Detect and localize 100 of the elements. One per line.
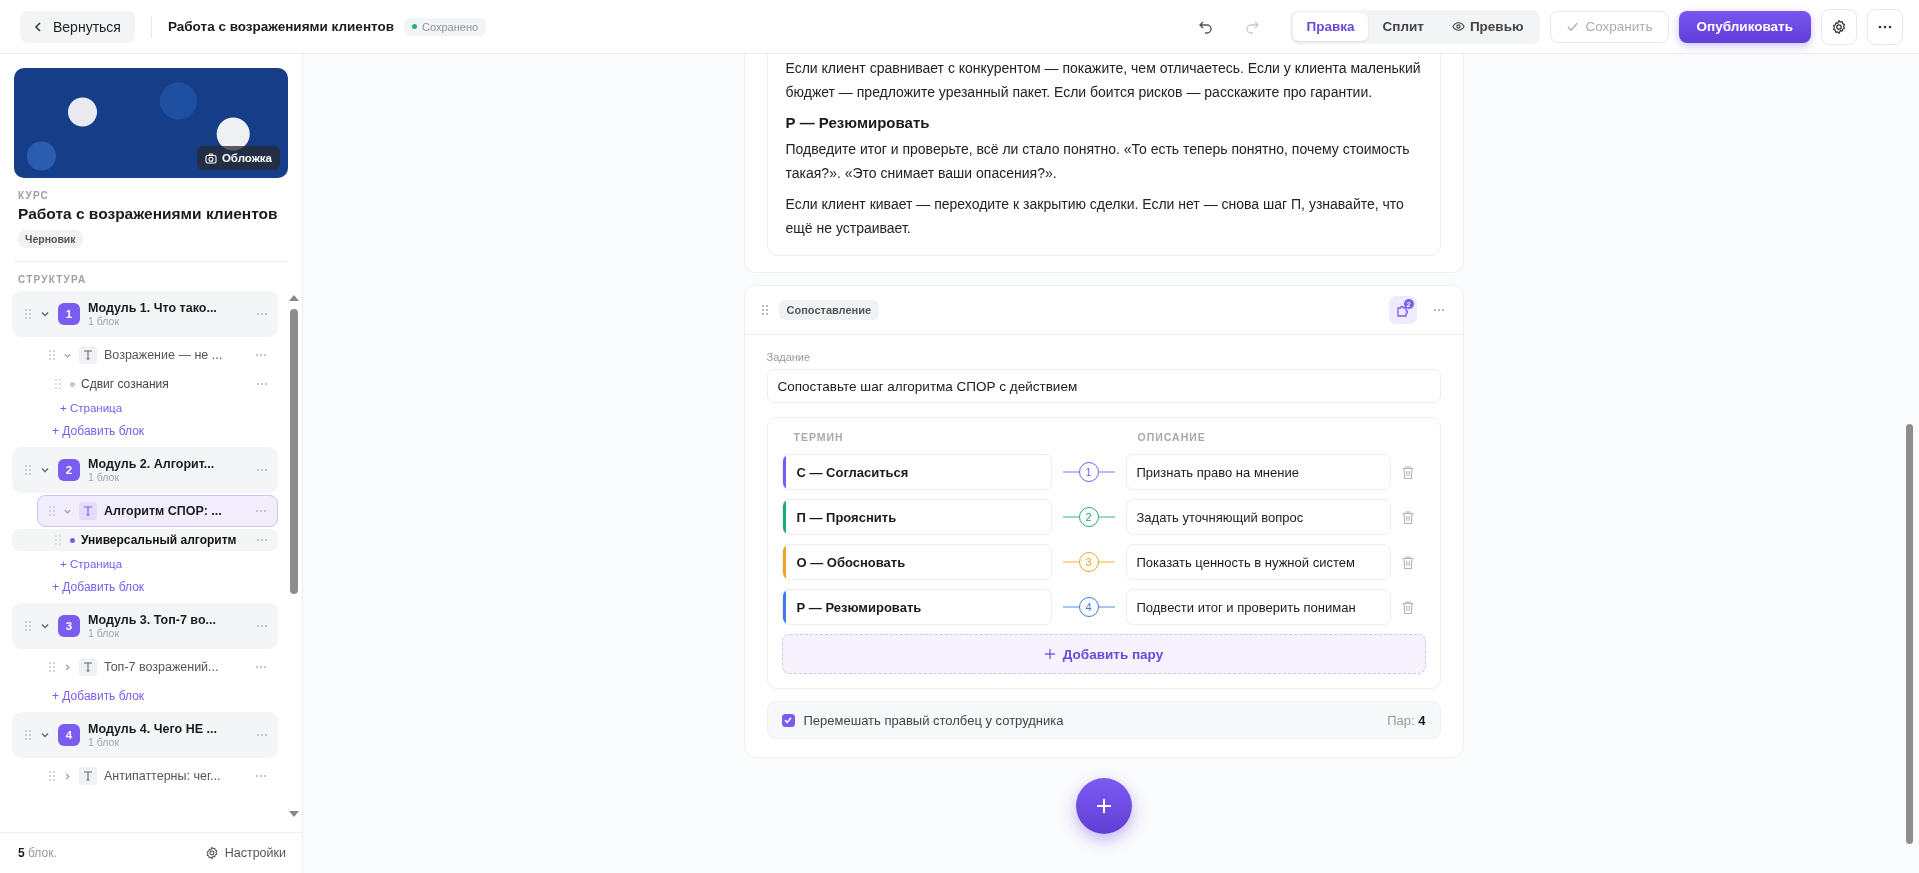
module-item[interactable]: 3 Модуль 3. Топ-7 во... 1 блок <box>12 603 278 649</box>
course-label: КУРС <box>18 190 51 201</box>
more-icon[interactable] <box>1432 308 1445 312</box>
block-item[interactable]: Антипаттерны: чег... <box>37 760 278 792</box>
module-item[interactable]: 4 Модуль 4. Чего НЕ ... 1 блок <box>12 712 278 758</box>
more-icon[interactable] <box>256 538 268 542</box>
page-item[interactable]: Универсальный алгоритм <box>12 529 278 551</box>
drag-handle-icon <box>48 770 56 782</box>
content-paragraph: Если клиент кивает — переходите к закрытию сделки. Если нет — снова шаг П, узнавайте, что ещё не устраивает. <box>785 195 1405 238</box>
drag-handle-icon <box>24 308 32 320</box>
block-title: Возражение — не ... <box>104 348 223 362</box>
trash-icon[interactable] <box>1401 464 1415 480</box>
module-meta: 1 блок <box>88 736 120 748</box>
settings-button[interactable] <box>1821 8 1857 45</box>
content-paragraph: Если клиент сравнивает с конкурентом — покажите, чем отличаетесь. Если у клиента маленький бюджет — предложите урезанный пакет. Если боится рисков — расскажите про гарантии. <box>785 59 1422 102</box>
publish-button[interactable]: Опубликовать <box>1678 10 1811 43</box>
block-count: 5 блок. <box>18 846 57 860</box>
chevron-icon[interactable] <box>40 465 50 475</box>
course-title: Работа с возражениями клиентов <box>18 205 279 223</box>
add-page-link[interactable]: + Страница <box>12 553 278 576</box>
more-icon[interactable] <box>256 382 268 386</box>
drag-handle-icon <box>48 505 56 517</box>
bullet-icon <box>70 381 75 387</box>
text-type-icon <box>79 502 97 520</box>
check-icon <box>1565 20 1579 33</box>
more-icon[interactable] <box>255 509 267 513</box>
pair-count: Пар: 4 <box>1387 712 1426 728</box>
description-input-field[interactable]: Задать уточняющий вопрос <box>1125 499 1391 535</box>
more-icon[interactable] <box>256 624 268 628</box>
block-item[interactable]: Топ-7 возражений... <box>37 651 278 683</box>
module-number: 1 <box>58 303 80 325</box>
more-icon[interactable] <box>255 353 267 357</box>
checkbox[interactable] <box>781 713 795 727</box>
save-status-badge: Сохранено <box>404 17 487 36</box>
drag-handle-icon <box>24 729 32 741</box>
block-type-badge: Сопоставление <box>778 300 880 320</box>
drag-handle-icon <box>54 534 62 546</box>
chevron-left-icon <box>32 20 44 33</box>
add-block-link[interactable]: + Добавить блок <box>12 685 278 712</box>
trash-icon[interactable] <box>1401 599 1415 615</box>
view-tab[interactable]: Превью <box>1438 12 1537 41</box>
page-item[interactable]: Сдвиг сознания <box>12 373 278 395</box>
text-type-icon <box>79 346 97 364</box>
term-input-field[interactable]: Р — Резюмировать <box>781 589 1052 625</box>
block-item[interactable]: Алгоритм СПОР: ... <box>37 495 278 527</box>
task-label: Задание <box>766 351 812 363</box>
task-input-field[interactable]: Сопоставьте шаг алгоритма СПОР с действием <box>766 369 1441 403</box>
drag-handle-icon <box>48 349 56 361</box>
chevron-icon[interactable] <box>63 771 72 781</box>
module-meta: 1 блок <box>88 627 120 639</box>
more-icon[interactable] <box>255 774 267 778</box>
cover-button[interactable]: Обложка <box>196 146 280 170</box>
block-item[interactable]: Возражение — не ... <box>37 339 278 371</box>
module-item[interactable]: 1 Модуль 1. Что тако... 1 блок <box>12 291 278 337</box>
pair-number: 2 <box>1078 507 1099 527</box>
more-icon[interactable] <box>256 312 268 316</box>
more-icon[interactable] <box>255 665 267 669</box>
module-item[interactable]: 2 Модуль 2. Алгорит... 1 блок <box>12 447 278 493</box>
add-block-link[interactable]: + Добавить блок <box>12 576 278 603</box>
settings-icon <box>1831 18 1847 35</box>
description-input-field[interactable]: Признать право на мнение <box>1125 454 1391 490</box>
add-pair-button[interactable]: Добавить пару <box>781 634 1426 674</box>
column-header: ТЕРМИН <box>792 431 845 443</box>
description-input-field[interactable]: Показать ценность в нужной систем <box>1125 544 1391 580</box>
chevron-icon[interactable] <box>40 309 50 319</box>
pair-number: 4 <box>1078 597 1099 617</box>
more-icon <box>1878 24 1892 29</box>
status-badge: Черновик <box>18 230 83 248</box>
module-meta: 1 блок <box>88 471 120 483</box>
content-heading: Р — Резюмировать <box>785 114 931 131</box>
more-icon[interactable] <box>256 468 268 472</box>
more-icon[interactable] <box>256 733 268 737</box>
description-input-field[interactable]: Подвести итог и проверить пониман <box>1125 589 1391 625</box>
module-number: 3 <box>58 615 80 637</box>
chevron-icon[interactable] <box>40 730 50 740</box>
plus-icon <box>1094 797 1113 815</box>
settings-link[interactable]: Настройки <box>204 846 286 860</box>
more-button[interactable] <box>1867 8 1903 45</box>
term-input-field[interactable]: С — Согласиться <box>781 454 1052 490</box>
module-title: Модуль 3. Топ-7 во... <box>88 613 217 627</box>
add-page-link[interactable]: + Страница <box>12 397 278 420</box>
chevron-icon[interactable] <box>40 621 50 631</box>
trash-icon[interactable] <box>1401 509 1415 525</box>
document-title: Работа с возражениями клиентов <box>167 19 394 34</box>
module-title: Модуль 1. Что тако... <box>88 301 218 315</box>
page-title: Универсальный алгоритм <box>81 533 237 547</box>
drag-handle-icon[interactable] <box>760 304 769 316</box>
view-tab[interactable]: Правка <box>1293 12 1368 41</box>
add-block-link[interactable]: + Добавить блок <box>12 420 278 447</box>
chevron-icon[interactable] <box>63 662 72 672</box>
back-button[interactable]: Вернуться <box>20 10 135 43</box>
trash-icon[interactable] <box>1401 554 1415 570</box>
module-number: 4 <box>58 724 80 746</box>
term-input-field[interactable]: П — Прояснить <box>781 499 1052 535</box>
view-tab[interactable]: Сплит <box>1369 12 1437 41</box>
drag-handle-icon <box>48 661 56 673</box>
module-number: 2 <box>58 459 80 481</box>
add-block-button[interactable] <box>1075 778 1132 834</box>
term-input-field[interactable]: О — Обосновать <box>781 544 1052 580</box>
bullet-icon <box>70 537 75 543</box>
